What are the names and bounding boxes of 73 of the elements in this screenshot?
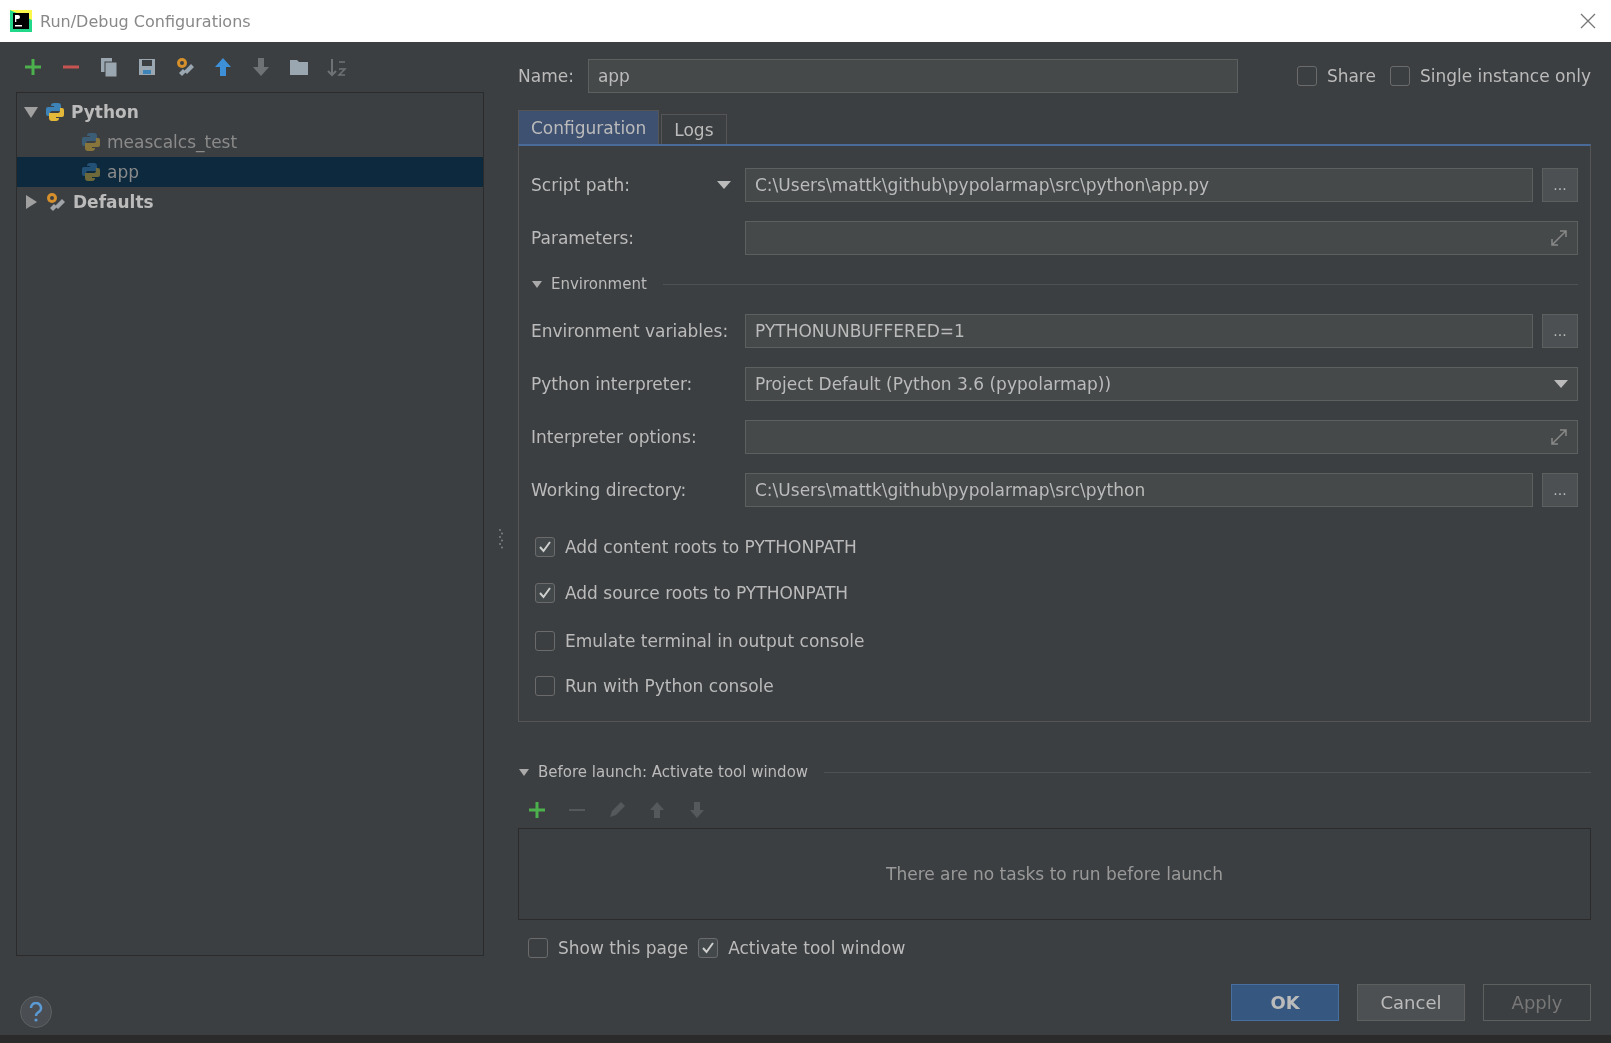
tree-item-label: meascalcs_test: [107, 132, 238, 152]
expand-icon[interactable]: [1550, 427, 1568, 446]
checkbox-label: Emulate terminal in output console: [565, 631, 865, 651]
checkbox[interactable]: [535, 676, 555, 696]
dialog-button[interactable]: OK: [1231, 984, 1339, 1021]
input-field[interactable]: PYTHONUNBUFFERED=1: [745, 313, 1533, 348]
add-icon[interactable]: [526, 799, 548, 821]
sort-icon[interactable]: [326, 56, 348, 78]
checkbox[interactable]: [698, 938, 719, 958]
field-label: Script path:: [531, 174, 631, 195]
checkbox-label: Activate tool window: [728, 938, 906, 958]
checkbox-label: Add source roots to PYTHONPATH: [565, 582, 849, 603]
checkbox[interactable]: [528, 938, 548, 958]
field-label: Interpreter options:: [531, 426, 697, 447]
checkbox[interactable]: [535, 631, 555, 651]
browse-button[interactable]: ...: [1542, 313, 1578, 348]
collapse-caret[interactable]: [518, 766, 530, 778]
python-icon: [81, 132, 101, 152]
tree-item[interactable]: Defaults: [17, 187, 483, 217]
empty-message: There are no tasks to run before launch: [886, 864, 1223, 884]
save-icon[interactable]: [136, 56, 158, 78]
section-title: Before launch: Activate tool window: [538, 763, 809, 781]
tree-item-label: Defaults: [73, 192, 154, 212]
help-icon: [28, 1002, 44, 1022]
dropdown-field[interactable]: Project Default (Python 3.6 (pypolarmap)): [745, 366, 1578, 401]
tree-item[interactable]: app: [17, 157, 483, 187]
collapse-caret[interactable]: [531, 278, 543, 290]
input-field[interactable]: [745, 419, 1578, 454]
checkbox[interactable]: [535, 537, 555, 557]
checkbox[interactable]: [1389, 66, 1410, 86]
window-title: Run/Debug Configurations: [40, 11, 251, 31]
checkbox[interactable]: [1296, 66, 1317, 86]
checkbox-label: Add content roots to PYTHONPATH: [565, 537, 857, 557]
checkbox-label: Share: [1326, 66, 1376, 86]
checkbox-label: Run with Python console: [565, 676, 774, 696]
arrow-down-icon[interactable]: [250, 56, 272, 78]
tab[interactable]: Configuration: [518, 110, 660, 144]
tab[interactable]: Logs: [661, 114, 727, 144]
tree-item-label: Python: [71, 102, 139, 122]
expand-icon[interactable]: [1550, 228, 1568, 247]
expand-icon[interactable]: [23, 194, 39, 210]
input-field[interactable]: C:\Users\mattk\github\pypolarmap\src\python\app.py: [745, 167, 1533, 202]
wrench-icon[interactable]: [174, 56, 196, 78]
wrench-icon: [45, 191, 67, 213]
input-field[interactable]: [745, 220, 1578, 255]
expand-icon[interactable]: [23, 104, 39, 120]
tree-item[interactable]: meascalcs_test: [17, 127, 483, 157]
checkbox-label: Show this page: [558, 938, 689, 958]
dropdown-caret[interactable]: [717, 179, 731, 190]
app-logo-icon: [10, 10, 32, 32]
browse-button[interactable]: ...: [1542, 472, 1578, 507]
caret-icon[interactable]: [1554, 378, 1568, 389]
add-icon[interactable]: [22, 56, 44, 78]
field-label: Python interpreter:: [531, 373, 693, 394]
name-label: Name:: [518, 66, 574, 86]
splitter-handle[interactable]: [498, 527, 504, 550]
checkbox-label: Single instance only: [1419, 66, 1591, 86]
field-label: Environment variables:: [531, 320, 729, 341]
python-icon: [81, 162, 101, 182]
name-field[interactable]: app: [587, 59, 1238, 93]
input-field[interactable]: C:\Users\mattk\github\pypolarmap\src\python: [745, 472, 1533, 507]
tree-item-label: app: [107, 162, 139, 182]
arrow-up-icon[interactable]: [212, 56, 234, 78]
python-icon: [45, 102, 65, 122]
tree-item[interactable]: Python: [17, 97, 483, 127]
field-label: Working directory:: [531, 479, 687, 500]
help-button[interactable]: [20, 996, 52, 1028]
copy-icon[interactable]: [98, 56, 120, 78]
browse-button[interactable]: ...: [1542, 167, 1578, 202]
section-title: Environment: [551, 275, 647, 293]
field-label: Parameters:: [531, 227, 635, 248]
dialog-button[interactable]: Cancel: [1357, 984, 1465, 1021]
checkbox[interactable]: [535, 582, 555, 603]
